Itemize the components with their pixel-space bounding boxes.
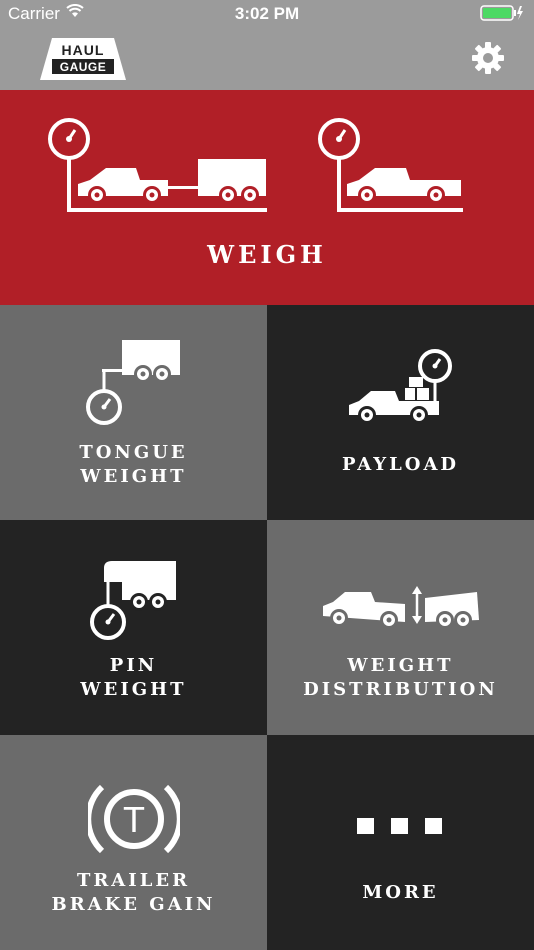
- status-bar: Carrier 3:02 PM: [0, 0, 534, 28]
- logo-text-gauge: GAUGE: [60, 60, 107, 74]
- pin-weight-button[interactable]: PIN WEIGHT: [0, 520, 267, 735]
- tongue-weight-button[interactable]: TONGUE WEIGHT: [0, 305, 267, 520]
- brake-icon-letter: T: [123, 799, 145, 840]
- weigh-label: WEIGH: [207, 240, 327, 269]
- tongue-weight-label-line1: TONGUE: [79, 442, 188, 463]
- weight-distribution-label-line1: WEIGHT: [347, 655, 454, 676]
- more-label: MORE: [362, 882, 439, 903]
- weight-distribution-label-line2: DISTRIBUTION: [303, 679, 498, 700]
- haul-gauge-logo[interactable]: HAUL GAUGE: [38, 36, 128, 82]
- tongue-weight-icon: [86, 340, 180, 425]
- trailer-brake-gain-button[interactable]: T TRAILER BRAKE GAIN: [0, 735, 267, 950]
- trailer-brake-label-line2: BRAKE GAIN: [51, 894, 216, 915]
- truck-trailer-scale-icon: [48, 118, 463, 212]
- brake-icon: T: [88, 784, 180, 854]
- pin-weight-label-line1: PIN: [109, 655, 158, 676]
- more-dots-icon: [357, 818, 442, 834]
- status-time: 3:02 PM: [234, 4, 300, 23]
- pin-weight-icon: [90, 561, 176, 640]
- battery-icon: [480, 5, 523, 21]
- gear-icon[interactable]: [470, 40, 506, 76]
- tongue-weight-label-line2: WEIGHT: [80, 466, 187, 487]
- payload-icon: [349, 349, 452, 424]
- payload-button[interactable]: PAYLOAD: [267, 305, 534, 520]
- weight-distribution-button[interactable]: WEIGHT DISTRIBUTION: [267, 520, 534, 735]
- pin-weight-label-line2: WEIGHT: [80, 679, 187, 700]
- logo-text-haul: HAUL: [62, 42, 105, 58]
- weight-distribution-icon: [323, 586, 479, 629]
- more-button[interactable]: MORE: [267, 735, 534, 950]
- weigh-button[interactable]: WEIGH: [0, 90, 534, 305]
- payload-label: PAYLOAD: [341, 454, 460, 475]
- trailer-brake-label-line1: TRAILER: [76, 870, 191, 891]
- nav-bar: HAUL GAUGE: [0, 28, 534, 90]
